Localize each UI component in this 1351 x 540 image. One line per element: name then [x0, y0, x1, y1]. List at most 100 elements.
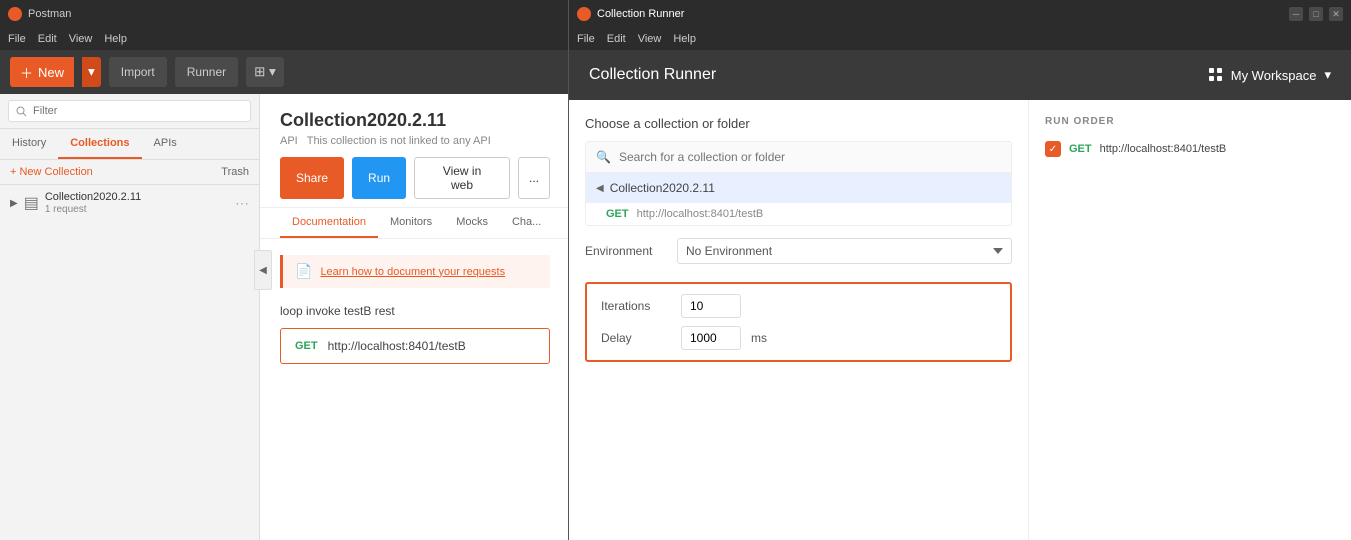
runner-title-left: Collection Runner [577, 7, 684, 21]
search-bar-container [0, 94, 259, 129]
detail-header: Collection2020.2.11 API This collection … [260, 94, 570, 208]
run-order-url: http://localhost:8401/testB [1100, 143, 1227, 155]
runner-get-badge: GET [606, 208, 629, 220]
search-collection-input[interactable] [619, 150, 1001, 164]
run-order-item: GET http://localhost:8401/testB [1045, 137, 1335, 161]
runner-menu-view[interactable]: View [638, 33, 662, 45]
collection-info: Collection2020.2.11 1 request [45, 191, 141, 215]
app-icon [8, 7, 22, 21]
runner-menu-file[interactable]: File [577, 33, 595, 45]
title-bar: Postman [0, 0, 570, 28]
collection-more-icon[interactable]: ⋯ [235, 195, 249, 212]
run-button[interactable]: Run [352, 157, 406, 199]
runner-config-panel: Choose a collection or folder 🔍 ◀ Collec… [569, 100, 1029, 540]
delay-label: Delay [601, 331, 671, 345]
runner-header-title: Collection Runner [589, 66, 716, 84]
runner-collection-item[interactable]: ◀ Collection2020.2.11 [586, 173, 1011, 203]
request-box: GET http://localhost:8401/testB [280, 328, 550, 364]
sidebar-tabs: History Collections APIs [0, 129, 259, 160]
menu-edit[interactable]: Edit [38, 33, 57, 45]
runner-button[interactable]: Runner [175, 57, 238, 87]
run-order-method: GET [1069, 143, 1092, 155]
sidebar-item-apis[interactable]: APIs [142, 129, 189, 159]
runner-window-title: Collection Runner [597, 8, 684, 20]
more-options-button[interactable]: ... [518, 157, 550, 199]
runner-menu-help[interactable]: Help [673, 33, 696, 45]
collection-picker: 🔍 ◀ Collection2020.2.11 GET http://local… [585, 141, 1012, 226]
request-name: loop invoke testB rest [280, 304, 550, 318]
detail-tabs: Documentation Monitors Mocks Cha... [260, 208, 570, 239]
plus-icon-small: + [10, 166, 16, 178]
doc-banner: 📄 Learn how to document your requests [280, 255, 550, 288]
menu-help[interactable]: Help [104, 33, 127, 45]
delay-row: Delay ms [601, 326, 996, 350]
left-panel: History Collections APIs + New Collectio… [0, 94, 260, 540]
run-order-checkbox[interactable] [1045, 141, 1061, 157]
runner-window: Collection Runner ─ □ ✕ File Edit View H… [568, 0, 1351, 540]
window-controls: ─ □ ✕ [1289, 7, 1343, 21]
method-badge: GET [295, 340, 318, 352]
maximize-button[interactable]: □ [1309, 7, 1323, 21]
runner-header: Collection Runner My Workspace ▾ [569, 50, 1351, 100]
folder-icon: ▤ [24, 193, 39, 213]
info-icon: 📄 [295, 263, 312, 280]
expand-arrow-icon: ▶ [10, 198, 18, 209]
view-in-web-button[interactable]: View in web [414, 157, 510, 199]
iterations-label: Iterations [601, 299, 671, 313]
delay-input[interactable] [681, 326, 741, 350]
delay-unit: ms [751, 331, 767, 345]
iterations-row: Iterations [601, 294, 996, 318]
postman-window: Postman File Edit View Help ＋ New ▾ Impo… [0, 0, 570, 540]
runner-collection-name: Collection2020.2.11 [610, 181, 715, 195]
new-collection-bar: + New Collection Trash [0, 160, 259, 185]
runner-menu-bar: File Edit View Help [569, 28, 1351, 50]
collapse-panel-button[interactable]: ◀ [254, 250, 272, 290]
collection-name: Collection2020.2.11 [45, 191, 141, 203]
iterations-input[interactable] [681, 294, 741, 318]
run-order-title: RUN ORDER [1045, 116, 1335, 127]
filter-input[interactable] [8, 100, 251, 122]
runner-menu-edit[interactable]: Edit [607, 33, 626, 45]
trash-button[interactable]: Trash [221, 166, 249, 178]
new-dropdown-button[interactable]: ▾ [82, 57, 101, 87]
workspace-label: My Workspace [1231, 68, 1317, 83]
collection-detail: Collection2020.2.11 API This collection … [260, 94, 570, 540]
workspace-chevron-icon: ▾ [1324, 67, 1331, 83]
tab-monitors[interactable]: Monitors [378, 208, 444, 238]
menu-bar: File Edit View Help [0, 28, 570, 50]
tab-cha[interactable]: Cha... [500, 208, 553, 238]
plus-icon: ＋ [20, 63, 33, 82]
doc-banner-link[interactable]: Learn how to document your requests [320, 266, 505, 278]
collection-list-item[interactable]: ▶ ▤ Collection2020.2.11 1 request ⋯ [0, 185, 259, 221]
request-url: http://localhost:8401/testB [328, 339, 466, 353]
action-buttons: Share Run View in web ... [280, 157, 550, 199]
sidebar-item-collections[interactable]: Collections [58, 129, 141, 159]
layout-button[interactable]: ⊞ ▾ [246, 57, 284, 87]
environment-label: Environment [585, 244, 665, 258]
environment-select[interactable]: No Environment [677, 238, 1012, 264]
new-button[interactable]: ＋ New [10, 57, 74, 87]
sidebar-item-history[interactable]: History [0, 129, 58, 159]
detail-title: Collection2020.2.11 [280, 110, 550, 131]
caret-icon: ◀ [596, 183, 604, 194]
tab-documentation[interactable]: Documentation [280, 208, 378, 238]
runner-get-url: http://localhost:8401/testB [637, 208, 764, 220]
detail-content: 📄 Learn how to document your requests lo… [260, 239, 570, 540]
runner-title-bar: Collection Runner ─ □ ✕ [569, 0, 1351, 28]
api-info: API This collection is not linked to any… [280, 135, 550, 147]
new-collection-button[interactable]: + New Collection [10, 166, 93, 178]
close-button[interactable]: ✕ [1329, 7, 1343, 21]
menu-file[interactable]: File [8, 33, 26, 45]
tab-mocks[interactable]: Mocks [444, 208, 500, 238]
workspace-selector[interactable]: My Workspace ▾ [1209, 67, 1331, 83]
choose-section-title: Choose a collection or folder [585, 116, 1012, 131]
share-button[interactable]: Share [280, 157, 344, 199]
toolbar: ＋ New ▾ Import Runner ⊞ ▾ [0, 50, 570, 94]
minimize-button[interactable]: ─ [1289, 7, 1303, 21]
import-button[interactable]: Import [109, 57, 167, 87]
search-collection-bar: 🔍 [586, 142, 1011, 173]
collection-sub: 1 request [45, 204, 141, 215]
environment-row: Environment No Environment [585, 238, 1012, 264]
workspace-grid-icon [1209, 68, 1223, 82]
menu-view[interactable]: View [69, 33, 93, 45]
